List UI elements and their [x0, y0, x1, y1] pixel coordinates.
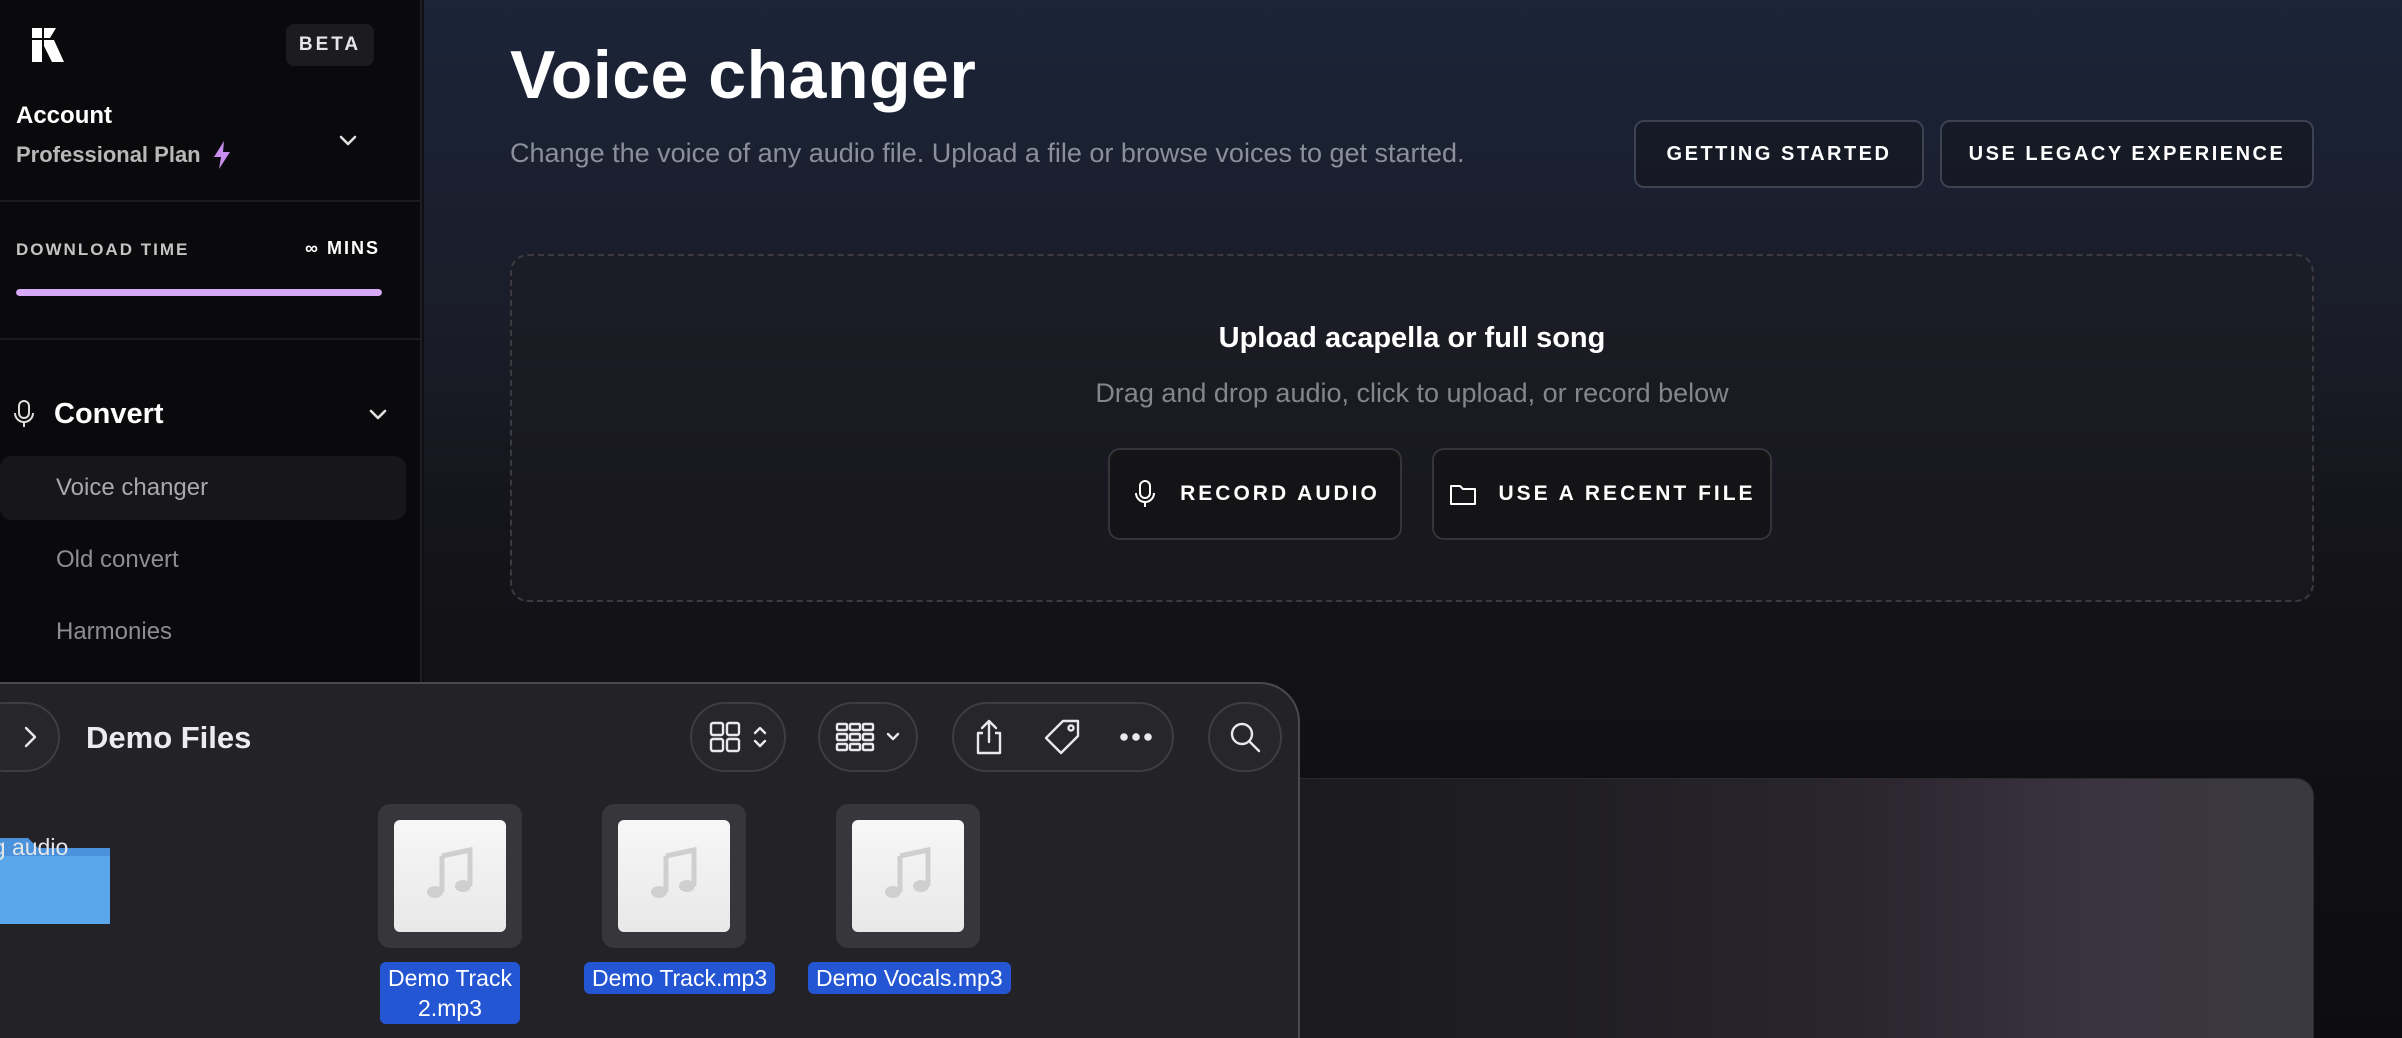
search-icon: [1230, 722, 1261, 753]
convert-section-header[interactable]: Convert: [12, 394, 390, 434]
getting-started-button[interactable]: GETTING STARTED: [1634, 120, 1924, 188]
grid-view-icon: [709, 721, 741, 753]
use-legacy-experience-button[interactable]: USE LEGACY EXPERIENCE: [1940, 120, 2314, 188]
folder-name: og audio: [0, 834, 69, 860]
sidebar-item-label: Voice changer: [56, 474, 209, 501]
app-logo-icon[interactable]: [30, 26, 66, 64]
forward-button[interactable]: [0, 702, 60, 772]
microphone-icon: [1135, 480, 1156, 507]
file-item[interactable]: Demo Track 2.mp3: [360, 804, 540, 1024]
account-label[interactable]: Account: [16, 102, 112, 130]
gallery-view-icon: [835, 722, 875, 752]
view-mode-button[interactable]: [690, 702, 786, 772]
tag-icon[interactable]: [1043, 718, 1081, 756]
file-name: Demo Vocals.mp3: [808, 962, 1011, 994]
file-name: Demo Track.mp3: [584, 962, 776, 994]
music-note-icon: [885, 846, 931, 898]
file-name-line-2: 2.mp3: [418, 995, 482, 1021]
sidebar-divider: [0, 338, 422, 340]
sidebar-divider: [0, 200, 422, 202]
page-title: Voice changer: [510, 37, 977, 113]
finder-window[interactable]: Demo Files audio Demo Track 2.mp3 Demo T…: [0, 682, 1300, 1038]
file-thumbnail: [378, 804, 522, 948]
page-subtitle: Change the voice of any audio file. Uplo…: [510, 138, 1465, 168]
download-time-value: ∞ MINS: [305, 238, 380, 258]
file-item[interactable]: Demo Vocals.mp3: [808, 804, 1011, 994]
convert-section-label: Convert: [54, 397, 164, 430]
plan-row[interactable]: Professional Plan: [16, 140, 233, 170]
lightning-bolt-icon: [213, 141, 230, 169]
finder-title: Demo Files: [86, 720, 252, 755]
upload-dropzone[interactable]: Upload acapella or full song Drag and dr…: [510, 254, 2314, 602]
beta-badge: BETA: [286, 24, 374, 66]
sidebar-item-old-convert[interactable]: Old convert: [0, 528, 406, 592]
microphone-icon: [14, 400, 34, 427]
more-ellipsis-icon[interactable]: [1119, 732, 1153, 742]
record-audio-label: RECORD AUDIO: [1180, 482, 1380, 505]
download-time-label: DOWNLOAD TIME: [16, 240, 190, 259]
share-icon[interactable]: [973, 718, 1005, 756]
chevron-down-icon: [886, 732, 900, 741]
sidebar-item-label: Old convert: [56, 546, 179, 573]
account-chevron-down-icon[interactable]: [336, 128, 360, 152]
download-time-progress-bar: [16, 289, 382, 296]
group-by-button[interactable]: [818, 702, 918, 772]
finder-toolbar: Demo Files: [0, 684, 1298, 784]
document-page: [618, 820, 730, 932]
convert-chevron-down-icon[interactable]: [366, 402, 390, 426]
file-thumbnail: [602, 804, 746, 948]
document-page: [852, 820, 964, 932]
actions-button-group: [952, 702, 1174, 772]
upload-title: Upload acapella or full song: [1218, 322, 1606, 354]
up-down-chevron-icon: [753, 726, 767, 748]
file-thumbnail: [836, 804, 980, 948]
file-name: Demo Track 2.mp3: [380, 962, 520, 1024]
use-recent-file-button[interactable]: USE A RECENT FILE: [1432, 448, 1772, 540]
music-note-icon: [651, 846, 697, 898]
use-recent-file-label: USE A RECENT FILE: [1498, 482, 1756, 505]
sidebar-item-label: Harmonies: [56, 618, 173, 645]
music-note-icon: [427, 846, 473, 898]
sidebar-item-voice-changer[interactable]: Voice changer: [0, 456, 406, 520]
voice-preview-panel: [1230, 778, 2314, 1038]
record-audio-button[interactable]: RECORD AUDIO: [1108, 448, 1402, 540]
chevron-right-icon: [24, 726, 37, 748]
file-item[interactable]: Demo Track.mp3: [584, 804, 776, 994]
plan-label: Professional Plan: [16, 142, 201, 167]
download-time-progress-fill: [16, 289, 382, 296]
search-button[interactable]: [1208, 702, 1282, 772]
upload-hint: Drag and drop audio, click to upload, or…: [1095, 378, 1729, 408]
sidebar-item-harmonies[interactable]: Harmonies: [0, 600, 406, 664]
folder-icon: [1450, 485, 1477, 505]
document-page: [394, 820, 506, 932]
file-name-line-1: Demo Track: [388, 965, 512, 991]
